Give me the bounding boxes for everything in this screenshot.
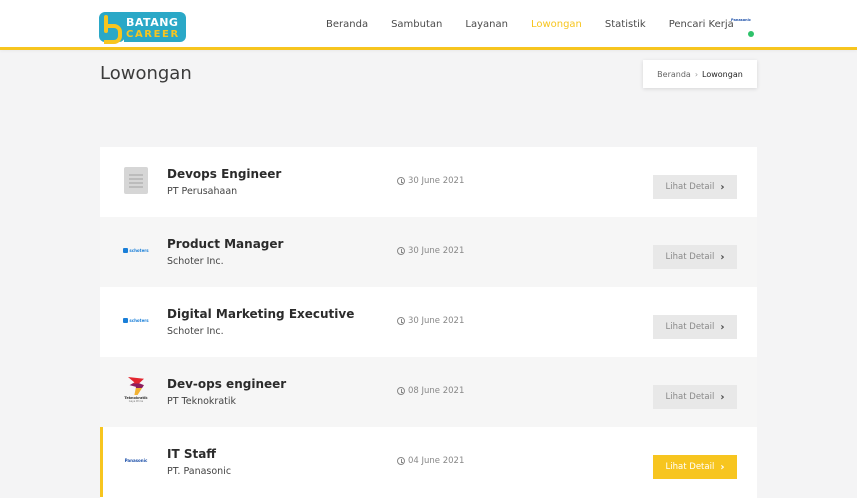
view-detail-button[interactable]: Lihat Detail › [653, 455, 737, 479]
breadcrumb: Beranda › Lowongan [643, 60, 757, 88]
building-icon [124, 166, 148, 194]
job-date: 08 June 2021 [397, 386, 464, 396]
page-title: Lowongan [100, 63, 192, 84]
teknokratik-logo-icon: Teknokratik Gaya Prima [124, 377, 148, 403]
clock-icon [397, 317, 405, 325]
job-row: Devops Engineer PT Perusahaan 30 June 20… [100, 147, 757, 217]
job-date: 30 June 2021 [397, 316, 464, 326]
nav-item-pencari-kerja[interactable]: Pencari Kerja [669, 19, 734, 30]
company-logo: Panasonic [122, 446, 150, 474]
view-detail-button[interactable]: Lihat Detail › [653, 315, 737, 339]
job-company: Schoter Inc. [167, 326, 224, 337]
online-status-icon [748, 31, 754, 37]
job-company: PT. Panasonic [167, 466, 232, 477]
job-date: 30 June 2021 [397, 176, 464, 186]
main-nav: Beranda Sambutan Layanan Lowongan Statis… [326, 19, 757, 30]
nav-item-statistik[interactable]: Statistik [605, 19, 646, 30]
job-title[interactable]: Digital Marketing Executive [167, 307, 354, 321]
job-title[interactable]: Product Manager [167, 237, 283, 251]
company-logo: schoters [122, 306, 150, 334]
job-date-text: 30 June 2021 [408, 176, 465, 186]
brand-line2: CAREER [126, 28, 180, 40]
breadcrumb-current: Lowongan [702, 69, 743, 79]
view-detail-label: Lihat Detail [665, 182, 715, 192]
job-date-text: 04 June 2021 [408, 456, 465, 466]
breadcrumb-home-link[interactable]: Beranda [657, 70, 691, 79]
job-title[interactable]: Dev-ops engineer [167, 377, 286, 391]
job-date-text: 30 June 2021 [408, 246, 465, 256]
view-detail-button[interactable]: Lihat Detail › [653, 245, 737, 269]
job-date: 04 June 2021 [397, 456, 464, 466]
nav-item-sambutan[interactable]: Sambutan [391, 19, 442, 30]
job-row: Panasonic IT Staff PT. Panasonic 04 June… [100, 427, 757, 497]
job-row: Teknokratik Gaya Prima Dev-ops engineer … [100, 357, 757, 427]
job-title[interactable]: Devops Engineer [167, 167, 281, 181]
clock-icon [397, 457, 405, 465]
brand-wordmark: BATANG CAREER [124, 12, 186, 42]
job-title[interactable]: IT Staff [167, 447, 216, 461]
schoters-logo-icon: schoters [123, 317, 149, 323]
job-row: schoters Digital Marketing Executive Sch… [100, 287, 757, 357]
company-logo: Teknokratik Gaya Prima [122, 376, 150, 404]
teknokratik-logo-subtext: Gaya Prima [128, 400, 144, 403]
chevron-right-icon: › [720, 461, 725, 473]
schoters-logo-text: schoters [129, 247, 149, 253]
clock-icon [397, 177, 405, 185]
schoters-logo-text: schoters [129, 317, 149, 323]
job-date-text: 08 June 2021 [408, 386, 465, 396]
company-logo [122, 166, 150, 194]
company-logo: schoters [122, 236, 150, 264]
job-date-text: 30 June 2021 [408, 316, 465, 326]
job-company: Schoter Inc. [167, 256, 224, 267]
job-company: PT Teknokratik [167, 396, 237, 407]
nav-item-lowongan[interactable]: Lowongan [531, 19, 582, 30]
view-detail-label: Lihat Detail [665, 462, 715, 472]
nav-item-beranda[interactable]: Beranda [326, 19, 368, 30]
view-detail-label: Lihat Detail [665, 322, 715, 332]
chevron-right-icon: › [720, 181, 725, 193]
view-detail-button[interactable]: Lihat Detail › [653, 385, 737, 409]
job-date: 30 June 2021 [397, 246, 464, 256]
breadcrumb-separator-icon: › [694, 69, 699, 79]
view-detail-label: Lihat Detail [665, 392, 715, 402]
nav-item-layanan[interactable]: Layanan [465, 19, 508, 30]
brand-mark-icon [99, 12, 125, 44]
batang-career-logo[interactable]: BATANG CAREER [99, 11, 186, 44]
job-row: schoters Product Manager Schoter Inc. 30… [100, 217, 757, 287]
job-company: PT Perusahaan [167, 186, 238, 197]
schoters-logo-icon: schoters [123, 247, 149, 253]
chevron-right-icon: › [720, 391, 725, 403]
clock-icon [397, 247, 405, 255]
view-detail-button[interactable]: Lihat Detail › [653, 175, 737, 199]
user-account-avatar[interactable]: Panasonic [731, 18, 751, 22]
view-detail-label: Lihat Detail [665, 252, 715, 262]
top-navbar: BATANG CAREER Beranda Sambutan Layanan L… [0, 0, 857, 50]
chevron-right-icon: › [720, 321, 725, 333]
brand-line1: BATANG [126, 15, 179, 29]
job-list: Devops Engineer PT Perusahaan 30 June 20… [100, 147, 757, 498]
chevron-right-icon: › [720, 251, 725, 263]
clock-icon [397, 387, 405, 395]
panasonic-logo-icon: Panasonic [124, 457, 148, 463]
